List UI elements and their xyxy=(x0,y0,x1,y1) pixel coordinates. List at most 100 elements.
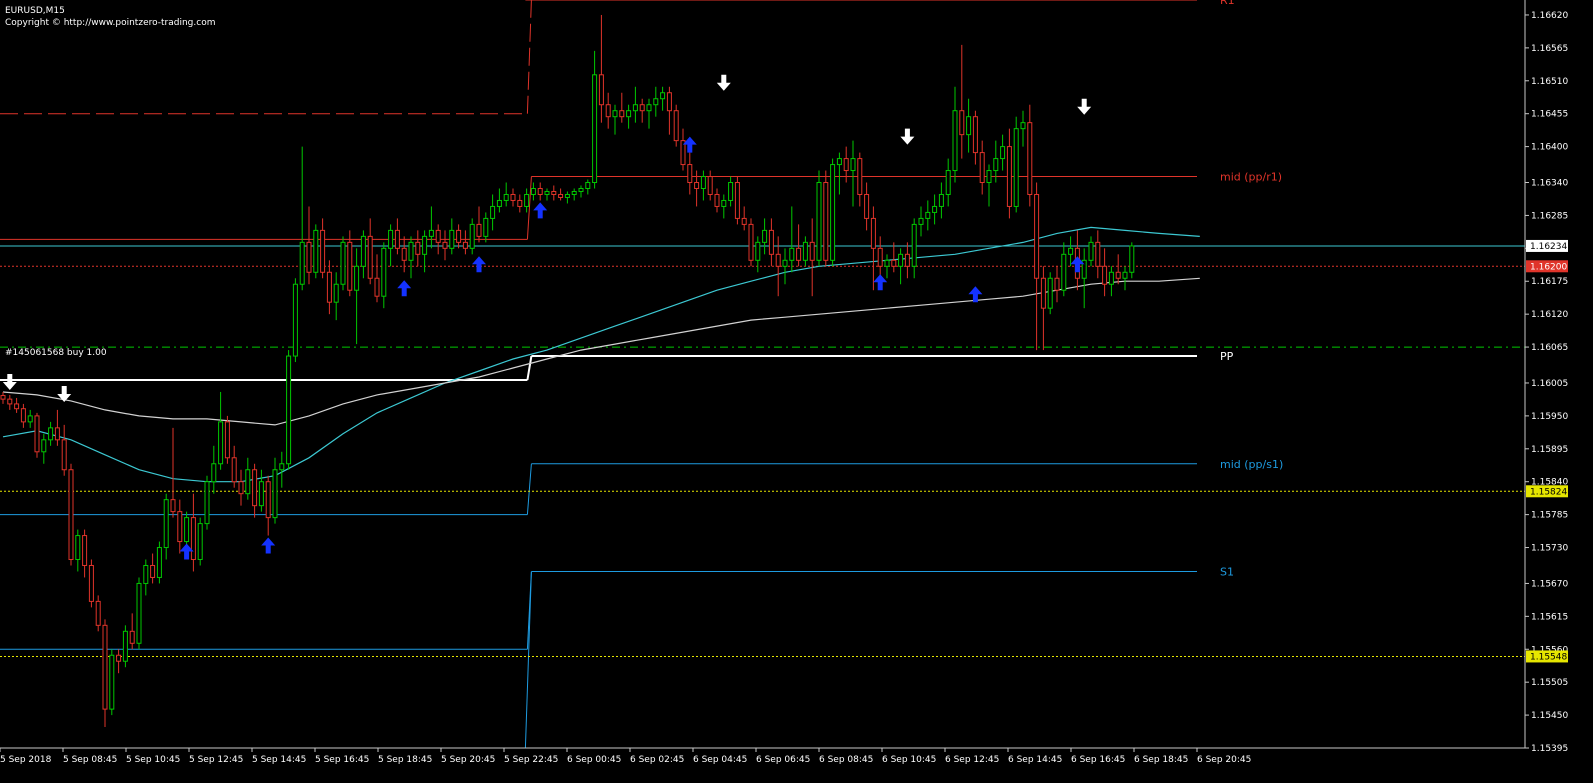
candle-body xyxy=(728,182,734,201)
candle-body xyxy=(136,582,142,644)
candle-body xyxy=(374,277,380,297)
candle xyxy=(1122,266,1128,291)
candle-body xyxy=(456,229,462,243)
candle xyxy=(734,176,740,225)
alert-price-tag-yellow-2: 1.15548 xyxy=(1530,652,1567,662)
candle xyxy=(714,188,720,213)
price-axis: 1.16620 1.16565 1.16510 1.16455 1.16400 1.163… xyxy=(0,0,1568,754)
candle-body xyxy=(102,624,108,710)
candle-body xyxy=(1068,247,1074,255)
candle-body xyxy=(741,217,747,225)
candle-body xyxy=(27,415,33,423)
time-tick-label: 6 Sep 20:45 xyxy=(1197,755,1251,765)
time-tick-label: 6 Sep 06:45 xyxy=(756,755,810,765)
candle-body xyxy=(1108,271,1114,285)
candle xyxy=(503,182,509,207)
candle xyxy=(61,424,67,476)
candle-body xyxy=(1088,241,1094,261)
candle xyxy=(231,445,237,488)
candle xyxy=(34,412,40,458)
candle-body xyxy=(598,74,604,106)
candle xyxy=(354,248,360,345)
candle xyxy=(204,475,210,530)
candle xyxy=(469,218,475,255)
candle xyxy=(1095,230,1101,279)
level-label-S1: S1 xyxy=(1220,565,1234,578)
candle xyxy=(598,14,604,123)
candle xyxy=(177,499,183,554)
candle xyxy=(408,236,414,279)
candle-body xyxy=(646,104,652,112)
candle-body xyxy=(20,408,26,423)
candle-body xyxy=(75,535,81,561)
sell-arrow-icon xyxy=(900,128,915,145)
sell-arrow-icon xyxy=(1077,98,1092,115)
price-tick-label: 1.15730 xyxy=(1531,544,1568,554)
candle-body xyxy=(340,241,346,285)
price-tick-label: 1.15395 xyxy=(1531,744,1568,754)
candle xyxy=(911,218,917,279)
candle-body xyxy=(496,199,502,207)
price-chart[interactable]: R1mid (pp/r1)PPmid (pp/s1)S1 1.166201.16… xyxy=(0,0,1593,783)
candle-body xyxy=(190,517,196,561)
candle xyxy=(129,613,135,650)
candle xyxy=(347,230,353,297)
candle-body xyxy=(272,469,278,519)
candle-body xyxy=(14,403,20,410)
candles-layer xyxy=(0,14,1135,728)
candle xyxy=(279,451,285,488)
candle-body xyxy=(143,564,149,584)
candle-body xyxy=(558,193,564,198)
candle xyxy=(578,185,584,198)
candle-body xyxy=(354,265,360,291)
candle-body xyxy=(592,74,598,184)
candle xyxy=(292,278,298,363)
time-tick-label: 6 Sep 02:45 xyxy=(630,755,684,765)
candle-body xyxy=(653,98,659,106)
candle-body xyxy=(993,158,999,172)
candle xyxy=(7,394,13,410)
time-tick-label: 5 Sep 18:45 xyxy=(378,755,432,765)
candle-body xyxy=(864,193,870,219)
buy-arrow-icon xyxy=(472,256,486,273)
candle-body xyxy=(877,247,883,267)
candle-body xyxy=(1047,277,1053,309)
candle xyxy=(1054,266,1060,303)
candle-body xyxy=(816,182,822,261)
time-tick-label: 5 Sep 20:45 xyxy=(441,755,495,765)
candle xyxy=(762,218,768,255)
candle-body xyxy=(177,511,183,543)
candle-body xyxy=(476,223,482,237)
candle xyxy=(326,260,332,315)
candle-body xyxy=(401,247,407,261)
price-tick-label: 1.15670 xyxy=(1531,579,1568,589)
candle-body xyxy=(469,223,475,249)
candle xyxy=(802,236,808,267)
candle-body xyxy=(1027,122,1033,195)
time-tick-label: 5 Sep 12:45 xyxy=(189,755,243,765)
candle-body xyxy=(306,241,312,273)
time-tick-label: 6 Sep 12:45 xyxy=(945,755,999,765)
candle xyxy=(700,170,706,201)
candle xyxy=(340,236,346,291)
candle xyxy=(592,50,598,189)
candle xyxy=(870,206,876,291)
candle xyxy=(258,469,264,512)
chart-window[interactable]: R1 mid (pp/r1) PP mid (pp/s1) S1 1.16620 1.16… xyxy=(0,0,1593,783)
candle-body xyxy=(388,229,394,249)
candle xyxy=(809,218,815,297)
level-mid_pp_s1-step xyxy=(526,463,532,515)
candle-body xyxy=(809,241,815,261)
candle-body xyxy=(1095,241,1101,267)
time-tick-label: 6 Sep 18:45 xyxy=(1134,755,1188,765)
candle xyxy=(197,517,203,566)
candle-body xyxy=(918,217,924,225)
sell-arrow-icon xyxy=(57,385,72,402)
sell-arrow-icon xyxy=(2,373,17,390)
candle xyxy=(707,170,713,201)
candle xyxy=(660,86,666,111)
candle-body xyxy=(231,457,237,483)
buy-arrow-icon xyxy=(873,274,888,291)
time-tick-label: 5 Sep 08:45 xyxy=(63,755,117,765)
candle-body xyxy=(775,253,781,267)
